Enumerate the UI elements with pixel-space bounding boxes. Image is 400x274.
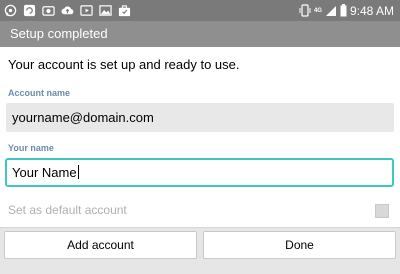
sync-icon [23,4,36,17]
briefcase-icon [118,5,131,17]
status-time: 9:48 AM [349,3,394,18]
battery-icon [340,4,347,17]
default-account-label: Set as default account [8,203,127,217]
signal-icon [325,5,336,16]
account-name-label: Account name [8,88,71,98]
button-bar: Add account Done [0,227,400,274]
your-name-label: Your name [8,143,54,153]
default-account-checkbox[interactable] [375,204,389,218]
camera-icon [42,6,55,16]
notification-icons [4,2,131,19]
add-account-button[interactable]: Add account [4,231,197,259]
image-icon [99,5,112,16]
account-name-value: yourname@domain.com [12,110,154,125]
status-bar: 4G 9:48 AM [0,0,400,21]
vibrate-icon [299,4,311,17]
text-cursor [77,165,79,179]
title-bar: Setup completed [0,21,400,47]
setup-message: Your account is set up and ready to use. [8,57,240,72]
video-icon [80,5,93,16]
system-icons: 4G 9:48 AM [299,0,394,21]
your-name-input[interactable]: Your Name [5,158,394,187]
network-badge: 4G [313,7,322,14]
cloud-upload-icon [61,6,74,15]
whatsapp-icon [4,4,17,17]
page-title: Setup completed [10,26,108,41]
account-name-field: yourname@domain.com [6,103,394,132]
done-button[interactable]: Done [203,231,396,259]
your-name-value: Your Name [12,165,79,180]
